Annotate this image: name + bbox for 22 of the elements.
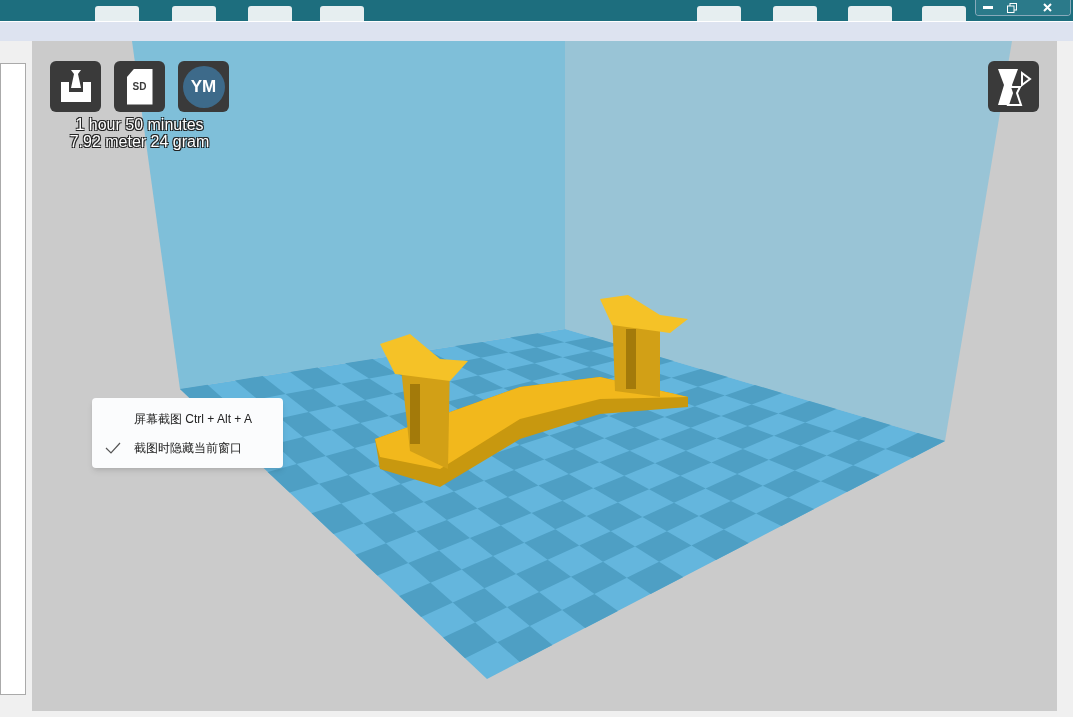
taskbar-icon[interactable] (848, 6, 892, 21)
load-model-button[interactable] (50, 61, 101, 112)
view-mode-icon (995, 66, 1032, 107)
material-usage: 7.92 meter 24 gram (69, 133, 210, 150)
taskbar-icon[interactable] (172, 6, 216, 21)
taskbar-icon[interactable] (773, 6, 817, 21)
taskbar-icon[interactable] (95, 6, 139, 21)
minimize-button[interactable] (976, 0, 1000, 15)
taskbar-icon[interactable] (922, 6, 966, 21)
minimize-icon (983, 6, 993, 9)
close-button[interactable] (1024, 0, 1070, 15)
close-icon (1042, 3, 1052, 12)
restore-icon (1007, 2, 1017, 13)
menu-item[interactable]: 截图时隐藏当前窗口 (92, 433, 283, 462)
sd-card-label: SD (126, 68, 153, 105)
menu-item[interactable]: 屏幕截图 Ctrl + Alt + A (92, 404, 283, 433)
taskbar-icon[interactable] (320, 6, 364, 21)
print-time: 1 hour 50 minutes (75, 116, 204, 133)
taskbar-icon[interactable] (697, 6, 741, 21)
view-mode-button[interactable] (988, 61, 1039, 112)
taskbar-icon[interactable] (248, 6, 292, 21)
save-to-sd-button[interactable]: SD (114, 61, 165, 112)
